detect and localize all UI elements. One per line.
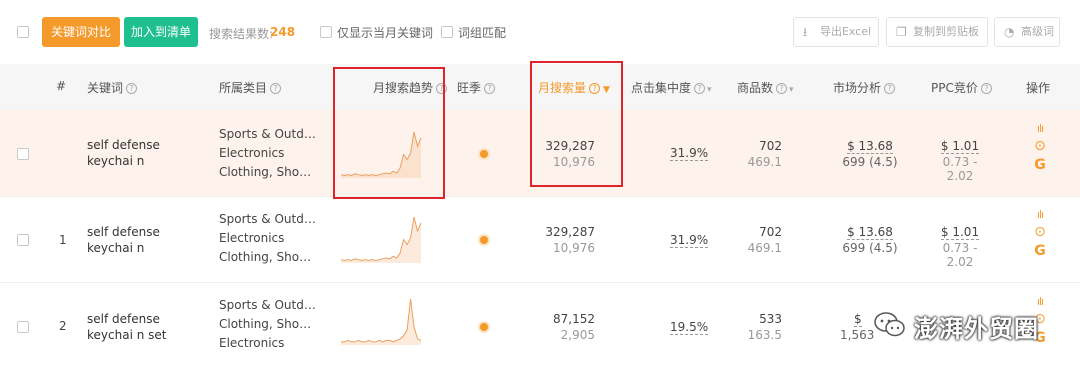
season-dot [480,236,488,244]
help-icon[interactable]: ? [270,83,282,94]
export-excel-button[interactable]: ⭳ 导出Excel [793,17,879,47]
bar-chart-icon[interactable]: ılı [1032,122,1048,135]
products-cell: 702 469.1 [747,225,782,255]
help-icon[interactable]: ? [694,83,706,94]
col-actions: 操作 [1026,81,1051,95]
monthly-search-cell: 329,287 10,976 [545,225,595,255]
help-icon[interactable]: ? [126,83,138,94]
click-concentration-cell[interactable]: 31.9% [670,233,709,248]
col-index: # [56,79,67,93]
help-icon[interactable]: ? [484,83,496,94]
row-index: 2 [59,319,67,333]
row-actions: ılı ⊙ G [1032,122,1048,173]
col-keyword[interactable]: 关键词? [87,79,138,96]
pie-icon: ◔ [1004,25,1015,39]
market-cell[interactable]: $ 13.68 699 (4.5) [840,225,900,255]
copy-icon: ❐ [896,25,907,39]
products-cell: 702 469.1 [747,139,782,169]
ppc-cell[interactable]: $ 1.01 0.73 - 2.02 [928,225,992,269]
help-icon[interactable]: ? [884,83,896,94]
bar-chart-icon[interactable]: ılı [1032,208,1048,221]
products-cell: 533 163.5 [747,312,782,342]
click-concentration-cell[interactable]: 31.9% [670,146,709,161]
keyword-link[interactable]: self defense keychai n [87,137,207,169]
col-products[interactable]: 商品数? ▾ [737,79,794,96]
row-checkbox[interactable] [17,148,29,160]
sort-icon[interactable]: ▾ [707,85,712,95]
trend-sparkline[interactable] [339,297,423,347]
category-list: Sports & Outd… Electronics Clothing, Sho… [219,212,316,264]
group-match-checkbox[interactable] [441,26,453,38]
col-market[interactable]: 市场分析? [833,79,896,96]
help-icon[interactable]: ? [980,83,992,94]
more-circle-icon[interactable]: ⊙ [1032,138,1048,154]
annotation-box-search [530,61,623,187]
col-season[interactable]: 旺季? [457,79,496,96]
sort-icon[interactable]: ▾ [789,85,794,95]
col-category[interactable]: 所属类目? [219,79,282,96]
keyword-link[interactable]: self defense keychai n set [87,311,207,343]
table-row[interactable]: 1 self defense keychai n Sports & Outd… … [0,197,1080,283]
annotation-box-trend [333,67,445,199]
only-month-checkbox[interactable] [320,26,332,38]
season-dot [480,323,488,331]
advanced-button[interactable]: ◔ 高级词 [994,17,1060,47]
col-click-concentration[interactable]: 点击集中度? ▾ [631,79,712,96]
category-list: Sports & Outd… Electronics Clothing, Sho… [219,127,316,179]
row-checkbox[interactable] [17,321,29,333]
trend-sparkline[interactable] [339,215,423,265]
help-icon[interactable]: ? [776,83,788,94]
copy-clipboard-button[interactable]: ❐ 复制到剪贴板 [886,17,988,47]
row-checkbox[interactable] [17,234,29,246]
watermark: 澎湃外贸圈 [868,305,1068,345]
sparkline-area [341,299,421,345]
keyword-link[interactable]: self defense keychai n [87,224,207,256]
season-dot [480,150,488,158]
result-count-label: 搜索结果数: [209,27,274,41]
only-month-label[interactable]: 仅显示当月关键词 [337,24,433,41]
result-count-value: 248 [270,25,296,39]
click-concentration-cell[interactable]: 19.5% [670,320,709,335]
google-icon[interactable]: G [1032,243,1048,259]
ppc-cell[interactable]: $ 1.01 0.73 - 2.02 [928,139,992,183]
keyword-compare-button[interactable]: 关键词对比 [42,17,120,47]
monthly-search-cell: 87,152 2,905 [553,312,595,342]
download-icon: ⭳ [803,25,808,39]
col-ppc[interactable]: PPC竞价? [931,79,992,96]
select-all-checkbox[interactable] [17,26,29,38]
google-icon[interactable]: G [1032,157,1048,173]
add-to-list-button[interactable]: 加入到清单 [124,17,198,47]
market-cell[interactable]: $ 13.68 699 (4.5) [840,139,900,169]
row-index: 1 [59,233,67,247]
more-circle-icon[interactable]: ⊙ [1032,224,1048,240]
group-match-label[interactable]: 词组匹配 [458,24,506,41]
category-list: Sports & Outd… Clothing, Sho… Electronic… [219,298,316,350]
wechat-logo-icon [874,312,905,337]
row-actions: ılı ⊙ G [1032,208,1048,259]
toolbar: 关键词对比 加入到清单 搜索结果数: 248 仅显示当月关键词 词组匹配 ⭳ 导… [0,0,1080,64]
